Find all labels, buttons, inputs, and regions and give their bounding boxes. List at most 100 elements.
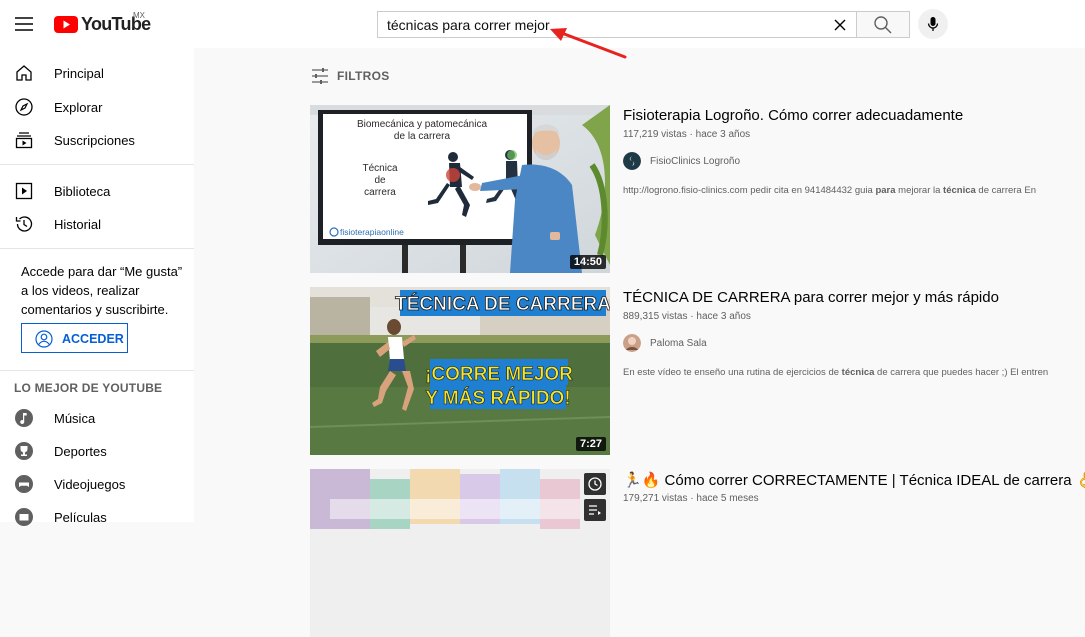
thumb-caption-line-2: Y MÁS RÁPIDO!: [425, 387, 570, 409]
watch-later-icon[interactable]: [584, 473, 606, 495]
thumb-title-line-1: Biomecánica y patomecánica: [357, 119, 488, 130]
thumbnail-image: [310, 469, 610, 637]
desc-text: mejorar la: [895, 185, 944, 196]
channel-name: FisioClinics Logroño: [650, 155, 741, 167]
signin-button[interactable]: ACCEDER: [21, 323, 128, 353]
filters-label: FILTROS: [337, 69, 390, 83]
video-description: En este vídeo te enseño una rutina de ej…: [623, 367, 1085, 378]
view-count: 179,271 vistas: [623, 493, 688, 504]
compass-icon: [15, 98, 33, 116]
video-result: Biomecánica y patomecánica de la carrera…: [310, 105, 1085, 273]
thumb-title-line-2: de la carrera: [394, 131, 451, 142]
library-icon: [15, 182, 33, 200]
sidebar-item-label: Videojuegos: [54, 476, 126, 492]
sidebar-item-musica[interactable]: Música: [0, 401, 194, 435]
search-icon: [874, 15, 892, 33]
view-count: 889,315 vistas: [623, 311, 688, 322]
menu-icon[interactable]: [12, 12, 36, 36]
video-title[interactable]: TÉCNICA DE CARRERA para correr mejor y m…: [623, 289, 999, 306]
filters-button[interactable]: FILTROS: [311, 66, 390, 86]
search-query[interactable]: técnicas para correr mejor: [387, 17, 550, 33]
thumbnail-image: Biomecánica y patomecánica de la carrera…: [310, 105, 610, 273]
thumb-banner-text: TÉCNICA DE CARRERA: [395, 293, 610, 315]
sidebar-item-deportes[interactable]: Deportes: [0, 434, 194, 468]
video-thumbnail[interactable]: TÉCNICA DE CARRERA ¡CORRE MEJOR Y MÁS RÁ…: [310, 287, 610, 455]
sidebar-item-label: Principal: [54, 65, 104, 81]
channel-avatar: [623, 152, 641, 170]
subscriptions-icon: [15, 132, 33, 149]
sidebar-item-biblioteca[interactable]: Biblioteca: [0, 174, 194, 208]
video-duration: 14:50: [569, 255, 606, 269]
desc-highlight: técnica: [841, 367, 875, 378]
clear-icon[interactable]: [832, 17, 848, 33]
voice-search-button[interactable]: [918, 9, 948, 39]
history-icon: [15, 216, 33, 232]
signin-button-label: ACCEDER: [62, 332, 124, 346]
channel-avatar: [623, 334, 641, 352]
video-metadata: 889,315 vistas · hace 3 años: [623, 311, 751, 322]
desc-highlight: técnica: [943, 185, 976, 196]
music-icon: [15, 409, 33, 427]
home-icon: [16, 65, 32, 81]
signin-prompt: Accede para dar “Me gusta” a los videos,…: [21, 264, 183, 317]
best-of-title: LO MEJOR DE YOUTUBE: [14, 381, 163, 395]
sidebar-item-peliculas[interactable]: Películas: [0, 500, 194, 534]
video-result: TÉCNICA DE CARRERA ¡CORRE MEJOR Y MÁS RÁ…: [310, 287, 1085, 455]
video-metadata: 117,219 vistas · hace 3 años: [623, 129, 751, 140]
thumbnail-image: TÉCNICA DE CARRERA ¡CORRE MEJOR Y MÁS RÁ…: [310, 287, 610, 455]
masthead: YouTube MX técnicas para correr mejor: [0, 0, 1085, 48]
video-result: 🏃🔥 Cómo correr CORRECTAMENTE | Técnica I…: [310, 469, 1085, 637]
channel-link[interactable]: FisioClinics Logroño: [623, 151, 740, 171]
video-title[interactable]: 🏃🔥 Cómo correr CORRECTAMENTE | Técnica I…: [623, 471, 1085, 489]
sidebar-item-videojuegos[interactable]: Videojuegos: [0, 467, 194, 501]
youtube-play-icon: [54, 15, 78, 33]
movies-icon: [15, 508, 33, 526]
desc-text: de carrera En: [975, 185, 1036, 196]
thumb-caption-line-1: ¡CORRE MEJOR: [425, 364, 573, 385]
microphone-icon: [927, 17, 939, 31]
view-count: 117,219 vistas: [623, 129, 687, 140]
sidebar-item-label: Historial: [54, 216, 101, 232]
sidebar-item-suscripciones[interactable]: Suscripciones: [0, 123, 194, 157]
sidebar: Principal Explorar Suscripciones Bibliot…: [0, 48, 194, 526]
desc-text: http://logrono.fisio-clinics.com pedir c…: [623, 185, 876, 196]
desc-text: En este vídeo te enseño una rutina de ej…: [623, 367, 842, 378]
add-to-queue-icon[interactable]: [584, 499, 606, 521]
gaming-icon: [15, 475, 33, 493]
filter-icon: [312, 68, 328, 84]
channel-link[interactable]: Paloma Sala: [623, 333, 707, 353]
video-metadata: 179,271 vistas · hace 5 meses: [623, 493, 759, 504]
sidebar-item-label: Explorar: [54, 99, 103, 115]
sidebar-item-explorar[interactable]: Explorar: [0, 90, 194, 124]
sidebar-item-principal[interactable]: Principal: [0, 56, 194, 90]
upload-age: hace 3 años: [696, 311, 751, 322]
sidebar-divider: [0, 248, 194, 249]
thumb-subtitle-line-1: Técnica: [362, 163, 397, 174]
sidebar-item-label: Deportes: [54, 443, 107, 459]
video-description: http://logrono.fisio-clinics.com pedir c…: [623, 185, 1085, 196]
sidebar-divider: [0, 164, 194, 165]
channel-name: Paloma Sala: [650, 337, 707, 349]
sidebar-divider: [0, 370, 194, 371]
thumb-subtitle-line-2: de: [374, 175, 386, 186]
trophy-icon: [15, 442, 33, 460]
video-title[interactable]: Fisioterapia Logroño. Cómo correr adecua…: [623, 107, 963, 124]
video-thumbnail[interactable]: [310, 469, 610, 637]
account-icon: [35, 330, 53, 348]
sidebar-item-label: Suscripciones: [54, 132, 135, 148]
annotation-arrow: [550, 28, 627, 59]
sidebar-item-label: Música: [54, 410, 96, 426]
sidebar-item-historial[interactable]: Historial: [0, 207, 194, 241]
video-duration: 7:27: [575, 437, 606, 451]
desc-highlight: para: [875, 185, 896, 196]
sidebar-item-label: Películas: [54, 509, 107, 525]
video-thumbnail[interactable]: Biomecánica y patomecánica de la carrera…: [310, 105, 610, 273]
region-code: MX: [133, 11, 145, 20]
search-button[interactable]: [856, 11, 910, 38]
thumb-brand: fisioterapiaonline: [340, 227, 404, 237]
sidebar-item-label: Biblioteca: [54, 183, 111, 199]
upload-age: hace 3 años: [695, 129, 751, 140]
upload-age: hace 5 meses: [696, 493, 759, 504]
desc-text: de carrera que puedes hacer ;) El entren: [874, 367, 1049, 378]
thumb-subtitle-line-3: carrera: [364, 187, 396, 198]
